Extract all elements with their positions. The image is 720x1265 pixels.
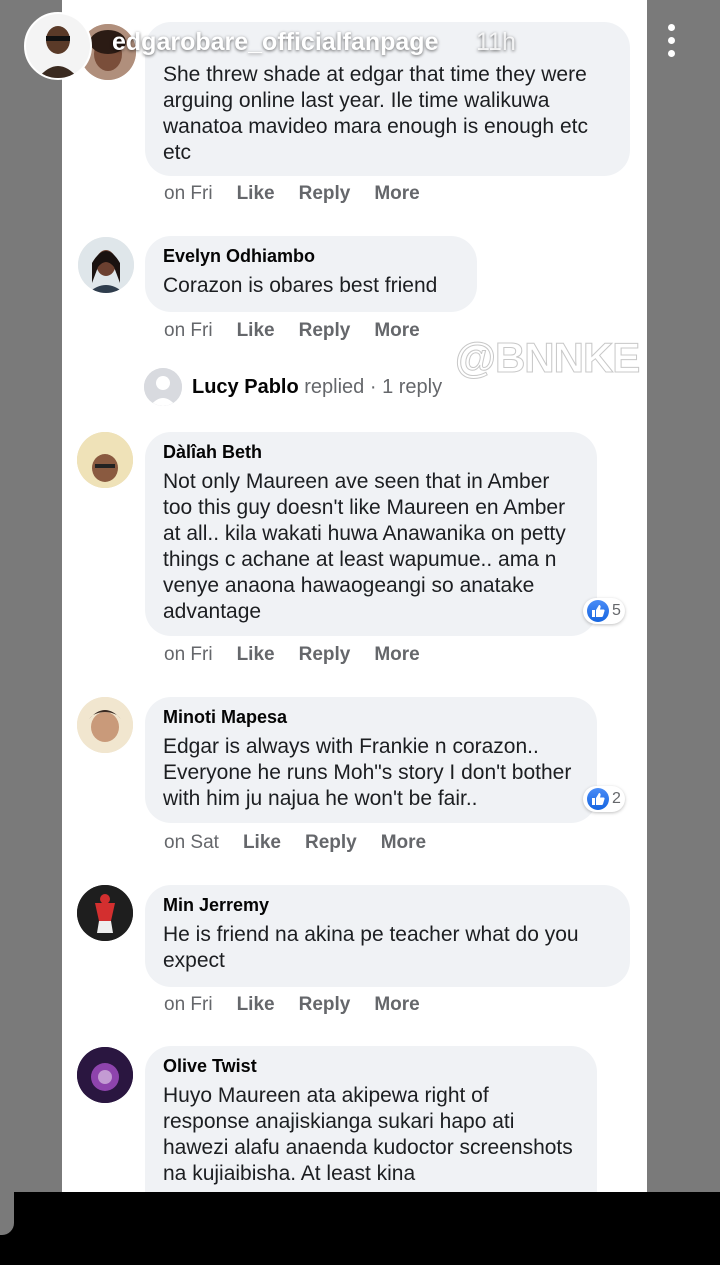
account-photo-icon [26, 14, 90, 78]
like-button[interactable]: Like [237, 320, 275, 342]
like-button[interactable]: Like [237, 644, 275, 666]
reply-button[interactable]: Reply [299, 644, 351, 666]
reply-button[interactable]: Reply [299, 183, 351, 205]
comment-text: Corazon is obares best friend [163, 274, 438, 297]
like-button[interactable]: Like [237, 994, 275, 1016]
more-button[interactable]: More [374, 994, 419, 1016]
like-button[interactable]: Like [243, 832, 281, 854]
commenter-name[interactable]: Olive Twist [163, 1056, 579, 1077]
view-replies-link[interactable]: Lucy Pablo replied · 1 reply [144, 368, 442, 406]
reply-avatar [144, 368, 182, 406]
reply-button[interactable]: Reply [299, 994, 351, 1016]
comment-bubble: Min Jerremy He is friend na akina pe tea… [145, 885, 630, 987]
comment-bubble: Minoti Mapesa Edgar is always with Frank… [145, 697, 597, 823]
comment-text: She threw shade at edgar that time they … [163, 63, 588, 164]
more-button[interactable]: More [374, 183, 419, 205]
reaction-number: 5 [612, 602, 621, 619]
story-account-name[interactable]: edgarobare_officialfanpage [112, 28, 438, 57]
comment-time: on Fri [164, 183, 213, 204]
profile-photo-icon [78, 237, 134, 293]
reaction-number: 2 [612, 790, 621, 807]
story-frame: She threw shade at edgar that time they … [0, 0, 720, 1192]
commenter-name[interactable]: Dàlîah Beth [163, 442, 579, 463]
comment-bubble: Dàlîah Beth Not only Maureen ave seen th… [145, 432, 597, 636]
profile-photo-icon [77, 885, 133, 941]
reply-action: replied [304, 375, 365, 398]
comment-text: Huyo Maureen ata akipewa right of respon… [163, 1084, 573, 1185]
comment-time: on Fri [164, 994, 213, 1015]
more-options-icon[interactable] [664, 24, 678, 60]
comment-text: Edgar is always with Frankie n corazon..… [163, 735, 572, 810]
story-time: 11h [476, 28, 516, 56]
profile-photo-icon [77, 1047, 133, 1103]
comment-bubble: Olive Twist Huyo Maureen ata akipewa rig… [145, 1046, 597, 1192]
profile-photo-icon [77, 432, 133, 488]
thumbs-up-icon [587, 788, 609, 810]
comment-text: He is friend na akina pe teacher what do… [163, 923, 579, 972]
reply-button[interactable]: Reply [305, 832, 357, 854]
avatar[interactable] [77, 697, 133, 753]
reaction-count[interactable]: 5 [583, 598, 625, 624]
reply-author: Lucy Pablo [192, 375, 299, 398]
avatar[interactable] [77, 1047, 133, 1103]
comment-actions: on Fri Like Reply More [164, 994, 420, 1016]
more-button[interactable]: More [374, 644, 419, 666]
comment-actions: on Fri Like Reply More [164, 183, 420, 205]
more-button[interactable]: More [381, 832, 426, 854]
comment-actions: on Fri Like Reply More [164, 320, 420, 342]
story-edge [0, 1025, 14, 1235]
avatar[interactable] [78, 237, 134, 293]
comment-time: on Sat [164, 832, 219, 853]
more-button[interactable]: More [374, 320, 419, 342]
like-button[interactable]: Like [237, 183, 275, 205]
comment-time: on Fri [164, 644, 213, 665]
comment-actions: on Fri Like Reply More [164, 644, 420, 666]
comment-text: Not only Maureen ave seen that in Amber … [163, 470, 566, 623]
story-account-avatar[interactable] [24, 12, 92, 80]
comment-actions: on Sat Like Reply More [164, 832, 426, 854]
reaction-count[interactable]: 2 [583, 786, 625, 812]
reply-count: · 1 reply [369, 375, 443, 398]
reply-button[interactable]: Reply [299, 320, 351, 342]
thumbs-up-icon [587, 600, 609, 622]
default-user-icon [144, 368, 182, 406]
commenter-name[interactable]: Minoti Mapesa [163, 707, 579, 728]
profile-photo-icon [77, 697, 133, 753]
watermark: @BNNKE [454, 334, 640, 382]
commenter-name[interactable]: Evelyn Odhiambo [163, 246, 459, 267]
commenter-name[interactable]: Min Jerremy [163, 895, 612, 916]
comment-time: on Fri [164, 320, 213, 341]
avatar[interactable] [77, 885, 133, 941]
avatar[interactable] [77, 432, 133, 488]
comment-bubble: Evelyn Odhiambo Corazon is obares best f… [145, 236, 477, 312]
